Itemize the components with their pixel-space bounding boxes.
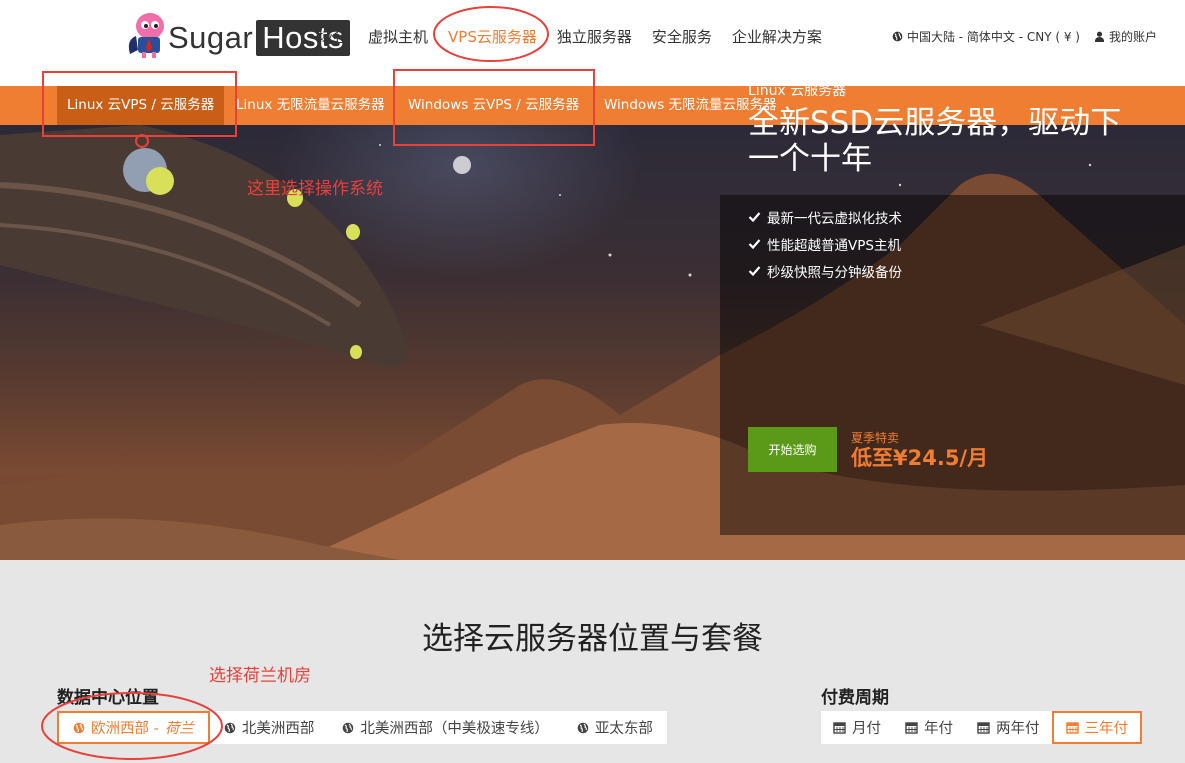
billing-tab-label: 年付 <box>924 721 953 737</box>
subnav-windows-vps[interactable]: Windows 云VPS / 云服务器 <box>408 86 579 125</box>
check-icon <box>748 212 761 223</box>
nav-dedicated-servers[interactable]: 独立服务器 <box>547 22 642 50</box>
billing-tab-two-years[interactable]: 两年付 <box>965 711 1052 744</box>
calendar-icon <box>1065 722 1079 734</box>
globe-icon <box>343 722 354 733</box>
calendar-icon <box>833 722 846 734</box>
site-header: Sugar Hosts 域名 虚拟主机 VPS云服务器 独立服务器 安全服务 企… <box>0 0 1185 86</box>
subnav-linux-vps[interactable]: Linux 云VPS / 云服务器 <box>57 86 225 125</box>
hero-eyebrow: Linux 云服务器 <box>748 83 847 99</box>
location-tab-north-america-west[interactable]: 北美洲西部 <box>210 711 329 744</box>
feature-item: 最新一代云虚拟化技术 <box>748 203 902 230</box>
feature-text: 性能超越普通VPS主机 <box>767 237 901 254</box>
nav-security[interactable]: 安全服务 <box>642 22 722 50</box>
region-selector[interactable]: 中国大陆 - 简体中文 - CNY ( ¥ ) <box>892 28 1080 45</box>
site-logo[interactable]: Sugar Hosts <box>62 6 350 58</box>
billing-cycle-tabs: 月付 年付 两年付 三年付 <box>821 711 1142 744</box>
nav-domains[interactable]: 域名 <box>308 22 358 50</box>
page: Sugar Hosts 域名 虚拟主机 VPS云服务器 独立服务器 安全服务 企… <box>0 0 1185 763</box>
annotation-datacenter-note: 选择荷兰机房 <box>209 666 311 686</box>
section-title: 选择云服务器位置与套餐 <box>422 621 763 657</box>
hero-banner <box>0 125 1185 560</box>
promo-price: 低至¥24.5/月 <box>851 446 989 470</box>
hero-feature-list: 最新一代云虚拟化技术 性能超越普通VPS主机 秒级快照与分钟级备份 <box>748 203 902 284</box>
location-tab-sublabel: 荷兰 <box>164 721 194 737</box>
globe-icon <box>577 722 589 733</box>
region-label: 中国大陆 - 简体中文 - CNY ( ¥ ) <box>906 30 1080 44</box>
billing-cycle-label: 付费周期 <box>821 688 889 708</box>
billing-tab-yearly[interactable]: 年付 <box>893 711 965 744</box>
location-tab-label: 北美洲西部 <box>241 721 315 737</box>
globe-icon <box>73 722 85 733</box>
main-nav: 域名 虚拟主机 VPS云服务器 独立服务器 安全服务 企业解决方案 <box>308 22 832 50</box>
logo-text-sugar: Sugar <box>168 20 254 55</box>
annotation-os-note: 这里选择操作系统 <box>247 179 383 199</box>
feature-item: 秒级快照与分钟级备份 <box>748 257 902 284</box>
billing-tab-three-years[interactable]: 三年付 <box>1051 711 1142 744</box>
billing-tab-label: 月付 <box>852 721 881 737</box>
start-shopping-button[interactable]: 开始选购 <box>748 427 837 472</box>
location-tab-north-america-west-cn-line[interactable]: 北美洲西部（中美极速专线） <box>328 711 563 744</box>
utility-nav: 中国大陆 - 简体中文 - CNY ( ¥ ) 我的账户 <box>892 28 1157 45</box>
location-tab-asia-pacific-east[interactable]: 亚太东部 <box>563 711 667 744</box>
globe-icon <box>892 31 903 42</box>
globe-icon <box>224 722 236 733</box>
hero-title: 全新SSD云服务器，驱动下一个十年 <box>748 105 1122 177</box>
billing-tab-monthly[interactable]: 月付 <box>821 711 893 744</box>
billing-tab-label: 三年付 <box>1084 721 1129 737</box>
datacenter-location-label: 数据中心位置 <box>57 688 159 708</box>
location-tab-label: 亚太东部 <box>594 721 653 737</box>
calendar-icon <box>905 722 918 734</box>
nav-web-hosting[interactable]: 虚拟主机 <box>358 22 438 50</box>
location-tab-label: 欧洲西部 - <box>91 721 159 737</box>
datacenter-location-tabs: 欧洲西部 - 荷兰 北美洲西部 北美洲西部（中美极速专线） 亚太东部 <box>57 711 667 744</box>
feature-item: 性能超越普通VPS主机 <box>748 230 902 257</box>
location-tab-europe-west-netherlands[interactable]: 欧洲西部 - 荷兰 <box>57 711 210 744</box>
location-tab-label: 北美洲西部（中美极速专线） <box>360 721 549 737</box>
account-link[interactable]: 我的账户 <box>1094 28 1157 45</box>
check-icon <box>748 239 761 250</box>
octopus-mascot-icon <box>128 13 164 58</box>
nav-enterprise[interactable]: 企业解决方案 <box>722 22 832 50</box>
nav-vps-cloud[interactable]: VPS云服务器 <box>438 22 547 50</box>
subnav-linux-unlimited[interactable]: Linux 无限流量云服务器 <box>236 86 385 125</box>
calendar-icon <box>977 722 990 734</box>
check-icon <box>748 266 761 277</box>
feature-text: 秒级快照与分钟级备份 <box>767 264 902 281</box>
feature-text: 最新一代云虚拟化技术 <box>767 210 902 227</box>
billing-tab-label: 两年付 <box>996 721 1040 737</box>
account-label: 我的账户 <box>1108 30 1157 44</box>
user-icon <box>1094 31 1105 42</box>
